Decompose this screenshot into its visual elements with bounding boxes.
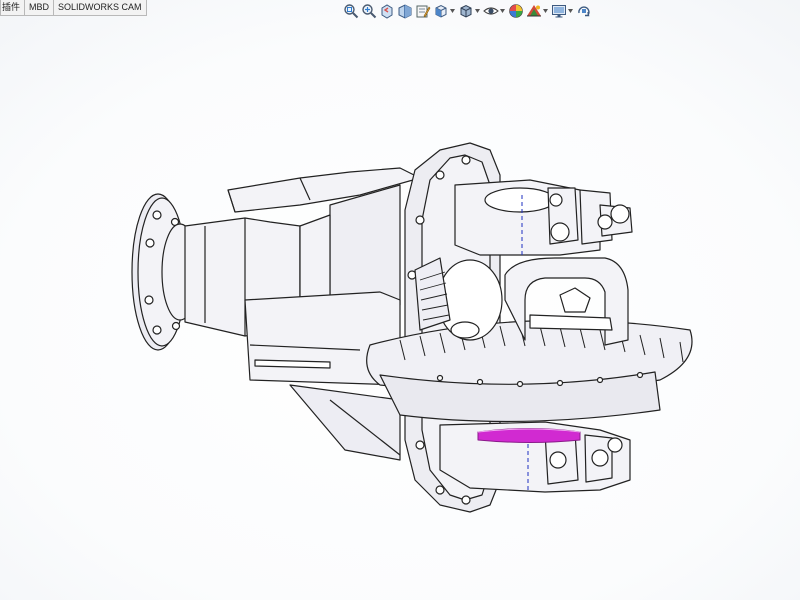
display-style-dropdown-icon[interactable]	[475, 2, 480, 20]
display-style-icon[interactable]	[457, 2, 475, 20]
view-settings-icon[interactable]	[550, 2, 568, 20]
command-manager-tabs: 插件 MBD SOLIDWORKS CAM	[0, 0, 147, 17]
apply-scene-dropdown-icon[interactable]	[543, 2, 548, 20]
apply-scene-icon[interactable]	[525, 2, 543, 20]
hide-show-dropdown-icon[interactable]	[500, 2, 505, 20]
heads-up-view-toolbar	[342, 1, 593, 21]
view-settings-dropdown-icon[interactable]	[568, 2, 573, 20]
zoom-to-area-icon[interactable]	[360, 2, 378, 20]
view-orientation-icon[interactable]	[432, 2, 450, 20]
edit-appearance-icon[interactable]	[507, 2, 525, 20]
rotate-view-icon[interactable]	[575, 2, 593, 20]
hide-show-items-icon[interactable]	[482, 2, 500, 20]
tab-mbd[interactable]: MBD	[24, 0, 55, 16]
ring-gear	[366, 319, 693, 423]
previous-view-icon[interactable]	[378, 2, 396, 20]
view-orientation-dropdown-icon[interactable]	[450, 2, 455, 20]
tab-addins[interactable]: 插件	[0, 0, 26, 16]
zoom-to-fit-icon[interactable]	[342, 2, 360, 20]
upper-bearing-cap	[454, 179, 633, 256]
section-view-icon[interactable]	[396, 2, 414, 20]
tab-solidworks-cam[interactable]: SOLIDWORKS CAM	[53, 0, 147, 16]
differential-assembly-model[interactable]	[0, 0, 800, 600]
graphics-area[interactable]: 插件 MBD SOLIDWORKS CAM	[0, 0, 800, 600]
dynamic-annotation-view-icon[interactable]	[414, 2, 432, 20]
selected-bearing[interactable]	[477, 428, 581, 443]
